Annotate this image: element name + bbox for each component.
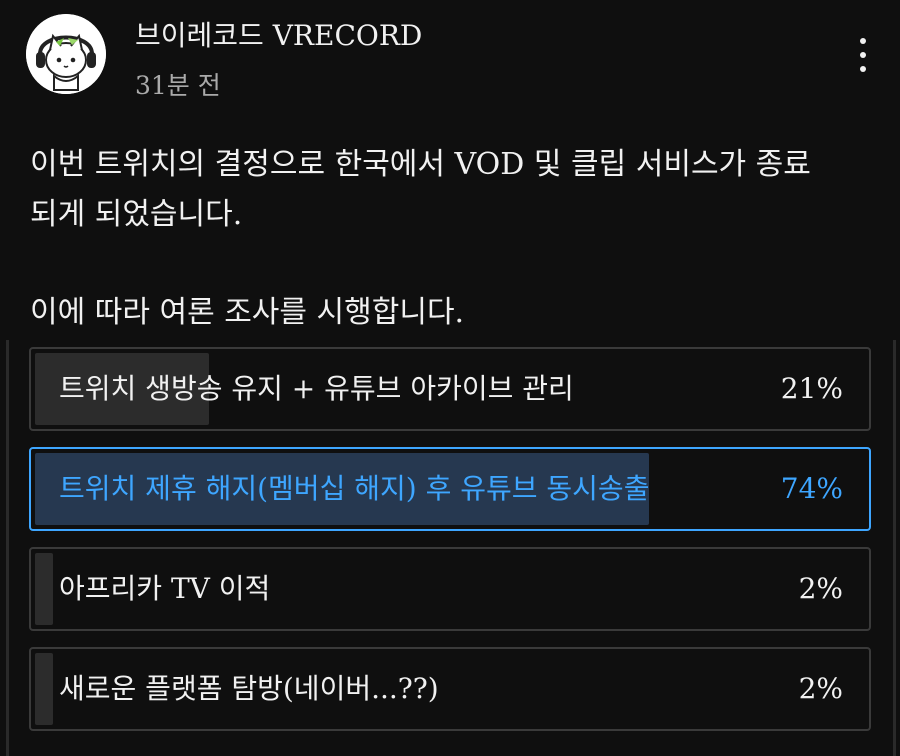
poll-option-label: 트위치 생방송 유지 + 유튜브 아카이브 관리	[59, 372, 574, 405]
poll-option-result-bar	[35, 553, 53, 625]
channel-avatar[interactable]	[26, 14, 106, 94]
more-vertical-icon[interactable]	[845, 30, 881, 80]
post-text-line: 이에 따라 여론 조사를 시행합니다.	[30, 295, 465, 330]
post-text-line: 이번 트위치의 결정으로 한국에서 VOD 및 클립 서비스가 종료	[30, 147, 811, 182]
poll-option[interactable]: 새로운 플랫폼 탐방(네이버...??) 2%	[29, 647, 871, 731]
poll-option-percent: 74%	[780, 472, 843, 505]
poll-option-label: 새로운 플랫폼 탐방(네이버...??)	[59, 672, 439, 705]
poll-option[interactable]: 아프리카 TV 이적 2%	[29, 547, 871, 631]
poll-option-percent: 2%	[798, 572, 843, 605]
post-header: 브이레코드 VRECORD 31분 전	[0, 0, 900, 110]
post-text-line: 되게 되었습니다.	[30, 197, 243, 232]
poll-option-percent: 21%	[780, 372, 843, 405]
cat-headphones-avatar-icon	[26, 14, 106, 94]
poll-option[interactable]: 트위치 생방송 유지 + 유튜브 아카이브 관리 21%	[29, 347, 871, 431]
post-text: 이번 트위치의 결정으로 한국에서 VOD 및 클립 서비스가 종료 되게 되었…	[30, 140, 880, 338]
channel-name[interactable]: 브이레코드 VRECORD	[135, 14, 422, 54]
poll-option[interactable]: 트위치 제휴 해지(멤버십 해지) 후 유튜브 동시송출 74%	[29, 447, 871, 531]
poll-frame-edge	[6, 340, 9, 756]
post-timestamp[interactable]: 31분 전	[135, 66, 221, 102]
poll-frame-edge	[893, 340, 896, 756]
poll-option-percent: 2%	[798, 672, 843, 705]
poll-option-result-bar	[35, 653, 53, 725]
poll-option-label: 아프리카 TV 이적	[59, 572, 271, 605]
poll-option-label: 트위치 제휴 해지(멤버십 해지) 후 유튜브 동시송출	[59, 472, 650, 505]
